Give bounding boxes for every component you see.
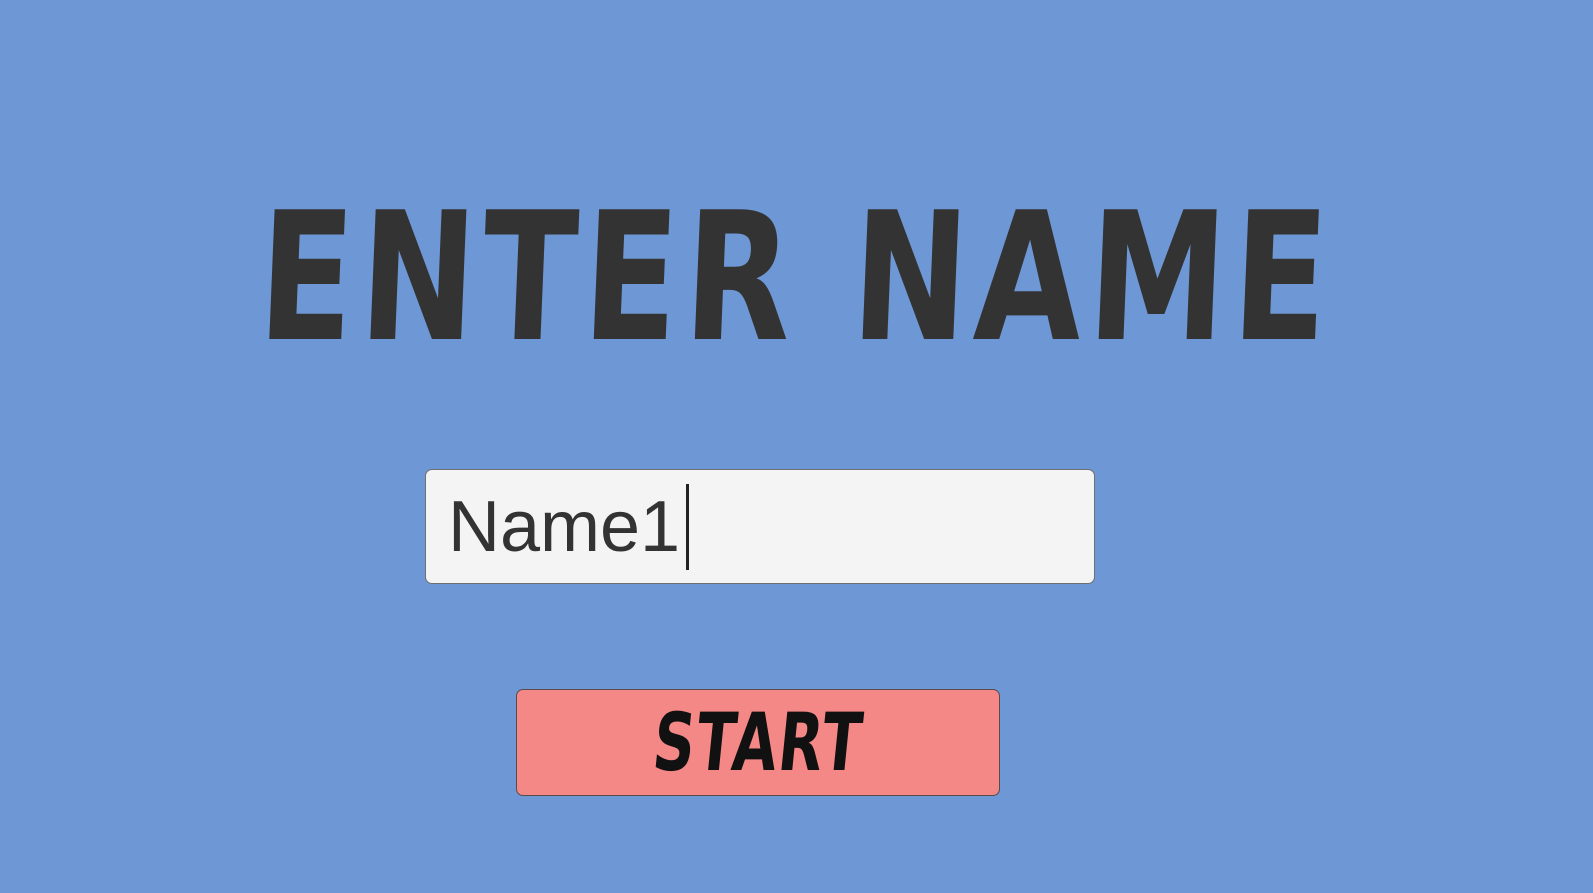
name-input[interactable]: Name1 — [425, 469, 1095, 584]
start-button-label: START — [648, 695, 868, 789]
text-caret — [686, 483, 690, 570]
game-screen: ENTER NAME Name1 START — [0, 0, 1593, 893]
name-input-value: Name1 — [448, 486, 681, 567]
start-button[interactable]: START — [516, 689, 1000, 796]
page-title: ENTER NAME — [254, 174, 1339, 381]
